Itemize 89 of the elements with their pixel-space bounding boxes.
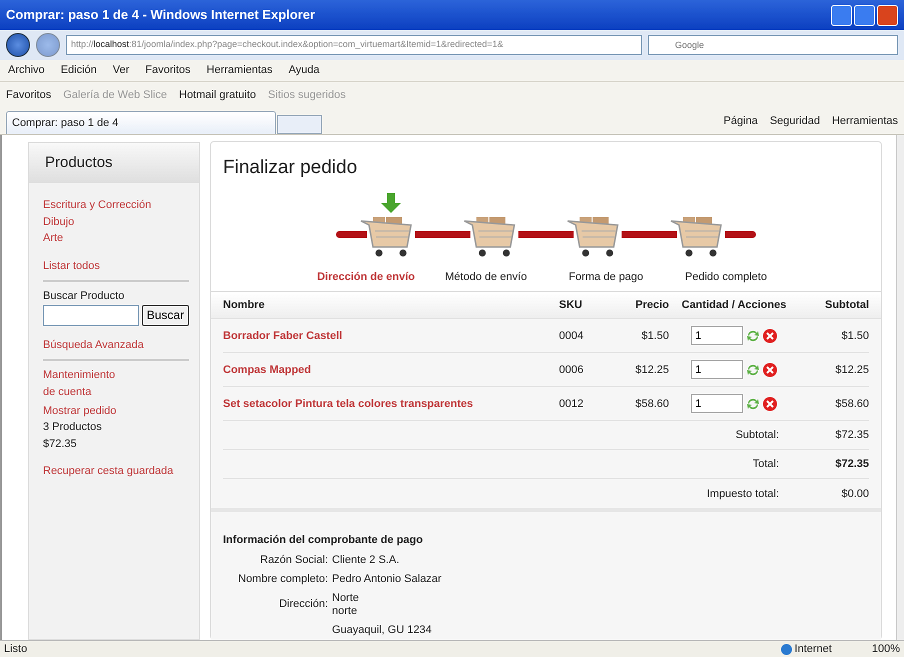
quantity-field[interactable]: 1 xyxy=(691,360,744,380)
list-all-link[interactable]: Listar todos xyxy=(43,258,189,274)
column-header: SKU xyxy=(559,298,584,313)
step-label: Método de envío xyxy=(444,270,528,286)
command-menu[interactable]: Herramientas xyxy=(832,112,898,130)
total-label: Total: xyxy=(752,457,780,472)
globe-icon xyxy=(780,644,792,654)
cart-total: $72.35 xyxy=(43,436,78,452)
product-link[interactable]: Set setacolor Pintura tela colores transparentes xyxy=(223,396,559,412)
table-cell-text: 0006 xyxy=(559,362,584,378)
column-header: Subtotal xyxy=(824,298,869,313)
menu-item[interactable]: Ver xyxy=(112,62,130,79)
field-value: Norte xyxy=(332,592,360,606)
field-value: Cliente 2 S.A. xyxy=(332,554,400,568)
search-button[interactable]: Buscar xyxy=(142,304,190,326)
field-value: Guayaquil, GU 1234 xyxy=(332,624,432,638)
scrollbar[interactable] xyxy=(896,135,904,640)
maximize-button[interactable] xyxy=(854,4,875,26)
field-label: Dirección: xyxy=(278,598,328,612)
menu-item[interactable]: Edición xyxy=(60,62,97,79)
close-button[interactable] xyxy=(877,4,898,26)
window-title: Comprar: paso 1 de 4 - Windows Internet Explorer xyxy=(6,6,316,24)
zoom-level[interactable]: 100% xyxy=(872,640,900,657)
sidebar-title: Productos xyxy=(29,143,199,183)
forward-button[interactable] xyxy=(36,33,60,57)
account-link[interactable]: Mantenimiento de cuenta xyxy=(43,367,123,400)
column-header: Nombre xyxy=(223,298,266,313)
refresh-icon[interactable] xyxy=(746,362,760,377)
table-cell-text: $58.60 xyxy=(634,396,669,412)
refresh-icon[interactable] xyxy=(746,396,760,411)
quantity-field[interactable]: 1 xyxy=(691,394,744,414)
table-cell-text: 0012 xyxy=(559,396,584,412)
table-cell-text: $1.50 xyxy=(640,328,669,344)
field-label: Razón Social: xyxy=(259,554,328,568)
back-button[interactable] xyxy=(6,33,30,57)
field-label: Nombre completo: xyxy=(237,573,328,586)
total-label: Subtotal: xyxy=(736,428,780,443)
cart-icon xyxy=(464,216,518,256)
table-cell-text: $58.60 xyxy=(834,396,869,412)
menu-item[interactable]: Herramientas xyxy=(206,62,273,79)
show-order-link[interactable]: Mostrar pedido xyxy=(43,402,189,420)
search-label: Buscar Producto xyxy=(43,289,126,304)
delete-icon[interactable] xyxy=(762,328,777,343)
cart-icon xyxy=(566,216,622,256)
command-menu[interactable]: Seguridad xyxy=(770,112,820,130)
recover-cart-link[interactable]: Recuperar cesta guardada xyxy=(43,463,189,480)
quantity-field[interactable]: 1 xyxy=(691,326,744,346)
column-header: Precio xyxy=(634,298,669,313)
total-value: $72.35 xyxy=(834,457,869,472)
step-label: Pedido completo xyxy=(684,270,768,286)
cart-count: 3 Productos xyxy=(43,420,103,436)
minimize-button[interactable] xyxy=(831,4,852,26)
refresh-icon[interactable] xyxy=(746,328,760,343)
step-label: Dirección de envío xyxy=(316,270,416,286)
section-heading: Información del comprobante de pago xyxy=(223,533,424,548)
table-cell-text: $12.25 xyxy=(834,362,869,378)
cart-icon xyxy=(670,216,725,256)
table-cell-text: $1.50 xyxy=(840,328,869,344)
command-menu[interactable]: Página xyxy=(724,112,758,130)
category-link[interactable]: Escritura y Corrección xyxy=(43,197,189,214)
field-value: norte xyxy=(332,605,358,618)
delete-icon[interactable] xyxy=(762,396,777,411)
address-field[interactable]: http://localhost:81/joomla/index.php?page=checkout.index&option=com_virtuemart&Itemid=1&redirected=1& xyxy=(66,35,642,55)
category-link[interactable]: Arte xyxy=(43,230,189,246)
delete-icon[interactable] xyxy=(762,362,777,377)
category-link[interactable]: Dibujo xyxy=(43,214,189,230)
total-value: $0.00 xyxy=(840,486,869,502)
total-value: $72.35 xyxy=(834,428,869,443)
menu-item[interactable]: Ayuda xyxy=(288,62,320,79)
menu-item[interactable]: Archivo xyxy=(8,62,45,79)
favorites-link[interactable]: Favoritos xyxy=(6,86,52,104)
search-field[interactable]: Google xyxy=(648,35,898,55)
table-cell-text: $12.25 xyxy=(634,362,669,378)
step-label: Forma de pago xyxy=(568,270,644,286)
zone-label: Internet xyxy=(794,642,832,657)
menu-item[interactable]: Favoritos xyxy=(145,62,191,79)
cart-icon xyxy=(360,216,415,256)
total-label: Impuesto total: xyxy=(706,486,780,502)
status-text: Listo xyxy=(4,642,28,657)
product-link[interactable]: Borrador Faber Castell xyxy=(223,328,559,344)
field-value: Pedro Antonio Salazar xyxy=(332,573,442,586)
search-field[interactable] xyxy=(43,304,139,326)
favorites-link[interactable]: Hotmail gratuito xyxy=(179,86,256,104)
column-header: Cantidad / Acciones xyxy=(680,298,788,313)
browser-tab[interactable]: Comprar: paso 1 de 4 xyxy=(6,111,276,134)
table-cell-text: 0004 xyxy=(559,328,584,344)
product-link[interactable]: Compas Mapped xyxy=(223,362,559,378)
page-title: Finalizar pedido xyxy=(222,156,358,180)
advanced-search-link[interactable]: Búsqueda Avanzada xyxy=(43,336,189,353)
